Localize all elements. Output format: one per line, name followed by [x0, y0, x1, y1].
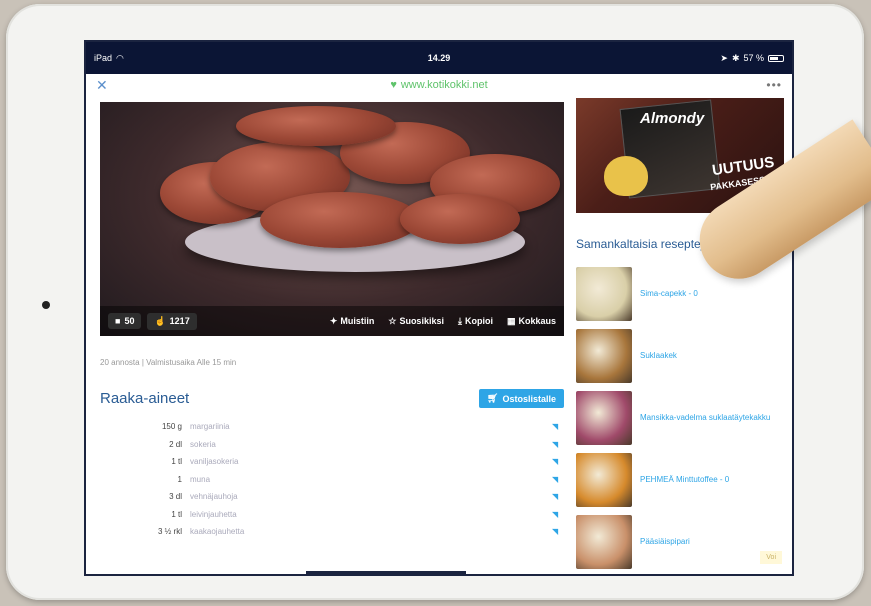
ingredients-title: Raaka-aineet	[100, 390, 190, 407]
browser-bar: ✕ ♥ www.kotikokki.net •••	[86, 74, 792, 96]
recipe-thumbnail[interactable]	[576, 515, 632, 569]
ingredient-name[interactable]: vehnäjauhoja	[190, 492, 552, 501]
recipe-photo: ■ 50 ☝ 1217 ✦ Muistiin ☆ Suosikiksi ⤓ Ko…	[100, 102, 564, 336]
ingredient-qty: 3 ½ rkl	[157, 527, 182, 537]
add-ingredient-cart-icon[interactable]: ◥	[552, 422, 564, 431]
similar-recipe-label[interactable]: Sima-capekk - 0	[640, 288, 698, 299]
sidebar: Almondy UUTUUS PAKKASESSA Samankaltaisia…	[576, 98, 784, 573]
cookie	[260, 192, 420, 248]
copy-label: Kopioi	[464, 316, 493, 326]
similar-recipe-label[interactable]: PEHMEÄ Minttutoffee - 0	[640, 474, 729, 485]
screen: iPad ◠ 14.29 ➤ ✱ 57 % ✕ ♥ www.kotikokki.…	[84, 40, 794, 576]
corner-badge[interactable]: Voi	[760, 551, 782, 564]
add-ingredient-cart-icon[interactable]: ◥	[552, 527, 564, 536]
grid-icon: ▦	[506, 315, 516, 326]
battery-icon	[768, 54, 784, 62]
camera	[42, 301, 50, 309]
ingredients-header: Raaka-aineet 🛒︎ Ostoslistalle	[100, 389, 564, 408]
recipe-meta: 20 annosta | Valmistusaika Alle 15 min	[100, 358, 237, 367]
ingredient-row: 3 ½ rkl kaakaojauhetta ◥	[100, 523, 564, 541]
similar-recipe-item[interactable]: Mansikka-vadelma suklaatäytekakku	[576, 387, 784, 449]
location-icon: ➤	[720, 52, 728, 63]
ingredient-row: 1 tl vaniljasokeria ◥	[100, 453, 564, 471]
bluetooth-icon: ✱	[731, 52, 740, 63]
pin-icon: ✦	[329, 315, 338, 326]
url-display[interactable]: ♥ www.kotikokki.net	[390, 79, 487, 91]
device-name: iPad	[94, 53, 113, 63]
similar-recipe-label[interactable]: Mansikka-vadelma suklaatäytekakku	[640, 412, 770, 423]
ingredient-qty: 3 dl	[169, 492, 182, 502]
ingredient-qty: 150 g	[161, 422, 182, 432]
add-ingredient-cart-icon[interactable]: ◥	[552, 475, 564, 484]
wifi-icon: ◠	[116, 52, 124, 63]
ingredient-name[interactable]: sokeria	[190, 440, 552, 449]
status-bar: iPad ◠ 14.29 ➤ ✱ 57 %	[86, 42, 792, 74]
similar-recipe-label[interactable]: Suklaakek	[640, 350, 677, 361]
ingredient-qty: 1 tl	[171, 509, 182, 519]
copy-button[interactable]: ⤓ Kopioi	[458, 316, 493, 327]
similar-recipe-label[interactable]: Pääsiäispipari	[640, 536, 690, 547]
ingredient-name[interactable]: margariinia	[190, 422, 552, 431]
heart-badge	[604, 156, 648, 196]
save-button[interactable]: ✦ Muistiin	[330, 316, 375, 327]
recipe-thumbnail[interactable]	[576, 453, 632, 507]
ingredient-list: 150 g margariinia ◥ 2 dl sokeria ◥ 1 tl vanilja…	[100, 418, 564, 541]
ingredient-name[interactable]: leivinjauhetta	[190, 510, 552, 519]
ingredient-row: 150 g margariinia ◥	[100, 418, 564, 436]
ad-brand: Almondy	[640, 110, 705, 127]
ingredient-row: 1 tl leivinjauhetta ◥	[100, 506, 564, 524]
recipe-thumbnail[interactable]	[576, 329, 632, 383]
add-to-shopping-list-button[interactable]: 🛒︎ Ostoslistalle	[479, 389, 564, 408]
close-icon[interactable]: ✕	[96, 77, 108, 94]
favorite-label: Suosikiksi	[399, 316, 444, 326]
cart-icon: 🛒︎	[487, 393, 499, 403]
ingredient-row: 2 dl sokeria ◥	[100, 436, 564, 454]
cookie	[400, 194, 520, 244]
ipad-frame: iPad ◠ 14.29 ➤ ✱ 57 % ✕ ♥ www.kotikokki.…	[6, 4, 871, 600]
star-icon: ☆	[388, 315, 397, 326]
similar-recipe-item[interactable]: PEHMEÄ Minttutoffee - 0	[576, 449, 784, 511]
recipe-thumbnail[interactable]	[576, 267, 632, 321]
similar-recipe-item[interactable]: Pääsiäispipari	[576, 511, 784, 573]
download-icon: ⤓	[457, 315, 462, 326]
favorite-button[interactable]: ☆ Suosikiksi	[388, 316, 444, 327]
heart-icon: ♥	[390, 79, 397, 91]
ingredient-qty: 1	[177, 474, 182, 484]
ingredient-row: 1 muna ◥	[100, 471, 564, 489]
add-ingredient-cart-icon[interactable]: ◥	[552, 440, 564, 449]
ingredient-qty: 2 dl	[169, 439, 182, 449]
like-button[interactable]: ☝ 1217	[147, 312, 197, 330]
save-label: Muistiin	[340, 316, 375, 326]
ingredient-row: 3 dl vehnäjauhoja ◥	[100, 488, 564, 506]
recipe-main: ■ 50 ☝ 1217 ✦ Muistiin ☆ Suosikiksi ⤓ Ko…	[100, 102, 564, 541]
recipe-action-bar: ■ 50 ☝ 1217 ✦ Muistiin ☆ Suosikiksi ⤓ Ko…	[100, 306, 564, 336]
shopping-button-label: Ostoslistalle	[502, 393, 556, 404]
ingredient-qty: 1 tl	[171, 457, 182, 467]
scroll-indicator	[306, 571, 466, 574]
thumbs-up-icon: ☝	[154, 315, 166, 326]
ingredient-name[interactable]: vaniljasokeria	[190, 457, 552, 466]
add-ingredient-cart-icon[interactable]: ◥	[552, 492, 564, 501]
ingredient-name[interactable]: muna	[190, 475, 552, 484]
add-ingredient-cart-icon[interactable]: ◥	[552, 510, 564, 519]
more-icon[interactable]: •••	[766, 78, 782, 92]
clock: 14.29	[427, 53, 451, 63]
comments-count: 50	[124, 316, 135, 326]
comments-button[interactable]: ■ 50	[108, 313, 142, 329]
ingredient-name[interactable]: kaakaojauhetta	[190, 527, 552, 536]
battery-percent: 57 %	[743, 53, 764, 63]
add-ingredient-cart-icon[interactable]: ◥	[552, 457, 564, 466]
cookie	[236, 106, 396, 146]
url-text: www.kotikokki.net	[400, 79, 488, 91]
cook-button[interactable]: ▦ Kokkaus	[507, 316, 556, 327]
similar-recipe-item[interactable]: Suklaakek	[576, 325, 784, 387]
likes-count: 1217	[169, 316, 190, 326]
recipe-thumbnail[interactable]	[576, 391, 632, 445]
comment-icon: ■	[115, 316, 121, 326]
cook-label: Kokkaus	[518, 316, 556, 326]
similar-recipes-list: Sima-capekk - 0 Suklaakek Mansikka-vadelma…	[576, 263, 784, 573]
